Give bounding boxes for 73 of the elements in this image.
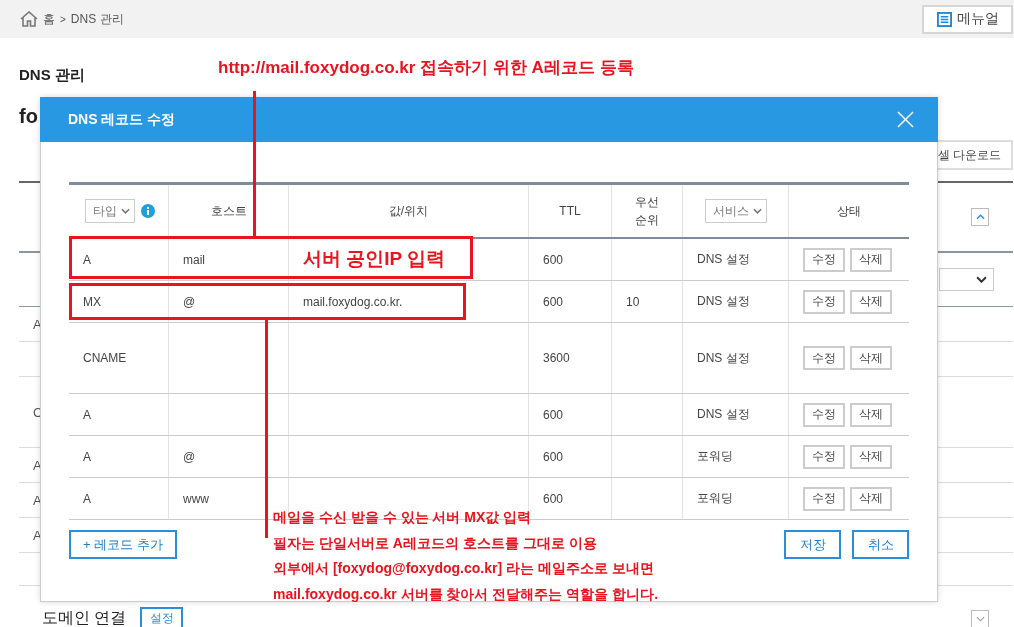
table-cell: 600 xyxy=(543,407,564,422)
annotation-text: 필자는 단일서버로 A레코드의 호스트를 그대로 이용 xyxy=(273,534,598,553)
delete-button[interactable]: 삭제 xyxy=(850,289,892,314)
breadcrumb-link[interactable]: 홈 xyxy=(43,10,55,28)
domain-title: fo xyxy=(19,105,38,129)
breadcrumb-separator: > xyxy=(60,13,66,25)
annotation-text: 외부에서 [foxydog@foxydog.co.kr] 라는 메일주소로 보내면 xyxy=(273,560,655,578)
filter-select[interactable] xyxy=(939,268,994,291)
chevron-down-icon xyxy=(752,208,762,214)
annotation-text: mail.foxydog.co.kr 서버를 찾아서 전달해주는 역할을 합니다. xyxy=(273,585,659,604)
table-cell: 3600 xyxy=(543,351,570,365)
info-icon[interactable] xyxy=(141,204,155,218)
edit-button[interactable]: 수정 xyxy=(803,444,845,469)
chevron-up-icon xyxy=(975,214,985,220)
chevron-down-icon xyxy=(975,615,985,622)
table-cell: DNS 설정 xyxy=(697,251,750,268)
cancel-button[interactable]: 취소 xyxy=(852,530,909,559)
table-cell: DNS 설정 xyxy=(697,406,750,423)
delete-button[interactable]: 삭제 xyxy=(850,486,892,511)
table-cell: mail xyxy=(183,252,205,267)
table-cell: DNS 설정 xyxy=(697,349,750,367)
column-filter-select[interactable]: 서비스 xyxy=(704,199,767,223)
close-icon[interactable] xyxy=(897,111,914,128)
column-header: 호스트 xyxy=(210,202,247,220)
edit-button[interactable]: 수정 xyxy=(803,247,845,272)
table-cell: @ xyxy=(183,294,196,309)
column-filter-select[interactable]: 타입 xyxy=(85,199,135,223)
annotation-text: 서버 공인IP 입력 xyxy=(303,247,446,271)
expand-button[interactable] xyxy=(971,609,989,627)
table-cell: 10 xyxy=(626,294,640,309)
table-cell: 포워딩 xyxy=(697,448,733,465)
delete-button[interactable]: 삭제 xyxy=(850,444,892,469)
table-cell: MX xyxy=(83,294,101,309)
add-record-button[interactable]: + 레코드 추가 xyxy=(69,530,177,559)
table-cell: CNAME xyxy=(83,351,127,365)
table-cell: @ xyxy=(183,449,196,464)
delete-button[interactable]: 삭제 xyxy=(850,402,892,427)
delete-button[interactable]: 삭제 xyxy=(850,346,892,370)
collapse-button[interactable] xyxy=(971,208,989,226)
page-heading: DNS 관리 xyxy=(19,66,85,85)
table-cell: 600 xyxy=(543,449,564,464)
chevron-down-icon xyxy=(976,276,987,283)
edit-button[interactable]: 수정 xyxy=(803,486,845,511)
table-cell: mail.foxydog.co.kr. xyxy=(303,294,403,309)
list-icon xyxy=(936,11,952,27)
annotation-text: 메일을 수신 받을 수 있는 서버 MX값 입력 xyxy=(273,509,533,527)
table-cell: A xyxy=(83,252,91,267)
save-button[interactable]: 저장 xyxy=(784,530,841,559)
annotation-text: http://mail.foxydog.co.kr 접속하기 위한 A레코드 등록 xyxy=(218,57,634,79)
table-cell: www xyxy=(183,491,209,506)
column-header: 우선 순위 xyxy=(634,194,660,229)
home-icon[interactable] xyxy=(20,11,38,27)
table-cell: DNS 설정 xyxy=(697,293,750,310)
section-title: 도메인 연결 xyxy=(42,608,127,627)
table-cell: 600 xyxy=(543,491,564,506)
table-cell: 포워딩 xyxy=(697,490,733,507)
column-header: 상태 xyxy=(837,202,861,220)
table-cell: 600 xyxy=(543,294,564,309)
table-cell: 600 xyxy=(543,252,564,267)
breadcrumb-current: DNS 관리 xyxy=(70,10,124,28)
table-cell: A xyxy=(83,407,91,422)
table-cell: A xyxy=(83,491,91,506)
edit-button[interactable]: 수정 xyxy=(803,346,845,370)
table-cell: A xyxy=(83,449,91,464)
edit-button[interactable]: 수정 xyxy=(803,402,845,427)
settings-button[interactable]: 설정 xyxy=(140,607,184,627)
column-header: 값/위치 xyxy=(388,202,429,220)
manual-button[interactable]: 메뉴얼 xyxy=(922,4,1013,34)
edit-button[interactable]: 수정 xyxy=(803,289,845,314)
dialog-title: DNS 레코드 수정 xyxy=(68,110,176,129)
chevron-down-icon xyxy=(121,208,130,214)
column-header: TTL xyxy=(559,204,581,218)
delete-button[interactable]: 삭제 xyxy=(850,247,892,272)
